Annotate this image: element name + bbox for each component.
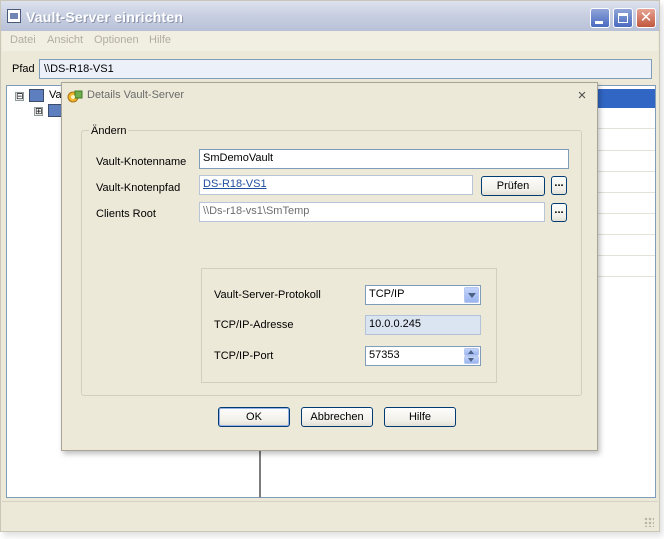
- close-icon: ✕: [639, 9, 653, 26]
- maximize-icon: [618, 13, 628, 23]
- dialog-title: Details Vault-Server: [87, 89, 184, 101]
- tree-expand-icon[interactable]: ⊞: [34, 107, 43, 116]
- status-bar: [2, 501, 658, 531]
- menu-optionen[interactable]: Optionen: [94, 34, 139, 46]
- minimize-icon: [595, 21, 603, 24]
- spin-down-icon[interactable]: [464, 356, 479, 364]
- browse-path-button[interactable]: ...: [551, 176, 567, 195]
- main-window-title: Vault-Server einrichten: [26, 9, 184, 25]
- cancel-button[interactable]: Abbrechen: [301, 407, 373, 427]
- path-input[interactable]: \\DS-R18-VS1: [39, 59, 652, 79]
- node-path-label: Vault-Knotenpfad: [96, 182, 181, 194]
- protocol-label: Vault-Server-Protokoll: [214, 289, 321, 301]
- port-stepper[interactable]: 57353: [365, 346, 481, 366]
- help-button[interactable]: Hilfe: [384, 407, 456, 427]
- app-icon: [7, 9, 21, 23]
- protocol-value: TCP/IP: [369, 288, 405, 300]
- close-button[interactable]: ✕: [636, 8, 656, 28]
- maximize-button[interactable]: [613, 8, 633, 28]
- vault-server-icon: [67, 90, 83, 103]
- menu-datei[interactable]: Datei: [10, 34, 36, 46]
- dialog-close-icon[interactable]: ×: [573, 87, 591, 105]
- menu-hilfe[interactable]: Hilfe: [149, 34, 171, 46]
- resize-grip-icon[interactable]: [644, 517, 654, 527]
- node-name-label: Vault-Knotenname: [96, 156, 187, 168]
- details-dialog: Details Vault-Server × Ändern Vault-Knot…: [61, 82, 598, 451]
- ip-address-input[interactable]: 10.0.0.245: [365, 315, 481, 335]
- network-icon: [29, 89, 44, 102]
- chevron-down-icon[interactable]: [464, 287, 479, 303]
- ip-address-label: TCP/IP-Adresse: [214, 319, 294, 331]
- port-label: TCP/IP-Port: [214, 350, 274, 362]
- group-label: Ändern: [89, 125, 129, 137]
- main-title-bar[interactable]: Vault-Server einrichten ✕: [1, 1, 659, 31]
- path-label: Pfad: [12, 63, 35, 75]
- check-button[interactable]: Prüfen: [481, 176, 545, 196]
- minimize-button[interactable]: [590, 8, 610, 28]
- path-row: Pfad \\DS-R18-VS1: [2, 55, 658, 81]
- browse-clients-root-button[interactable]: ...: [551, 203, 567, 222]
- spin-up-icon[interactable]: [464, 348, 479, 356]
- port-value: 57353: [369, 349, 400, 361]
- menu-ansicht[interactable]: Ansicht: [47, 34, 83, 46]
- clients-root-input[interactable]: \\Ds-r18-vs1\SmTemp: [199, 202, 545, 222]
- dialog-title-bar[interactable]: Details Vault-Server ×: [62, 83, 597, 109]
- ok-button[interactable]: OK: [218, 407, 290, 427]
- clients-root-label: Clients Root: [96, 208, 156, 220]
- protocol-select[interactable]: TCP/IP: [365, 285, 481, 305]
- tree-collapse-icon[interactable]: ⊟: [15, 92, 24, 101]
- node-name-input[interactable]: SmDemoVault: [199, 149, 569, 169]
- tree-root-label[interactable]: Va: [49, 89, 62, 101]
- menu-bar: Datei Ansicht Optionen Hilfe: [2, 31, 658, 51]
- node-path-input[interactable]: DS-R18-VS1: [199, 175, 473, 195]
